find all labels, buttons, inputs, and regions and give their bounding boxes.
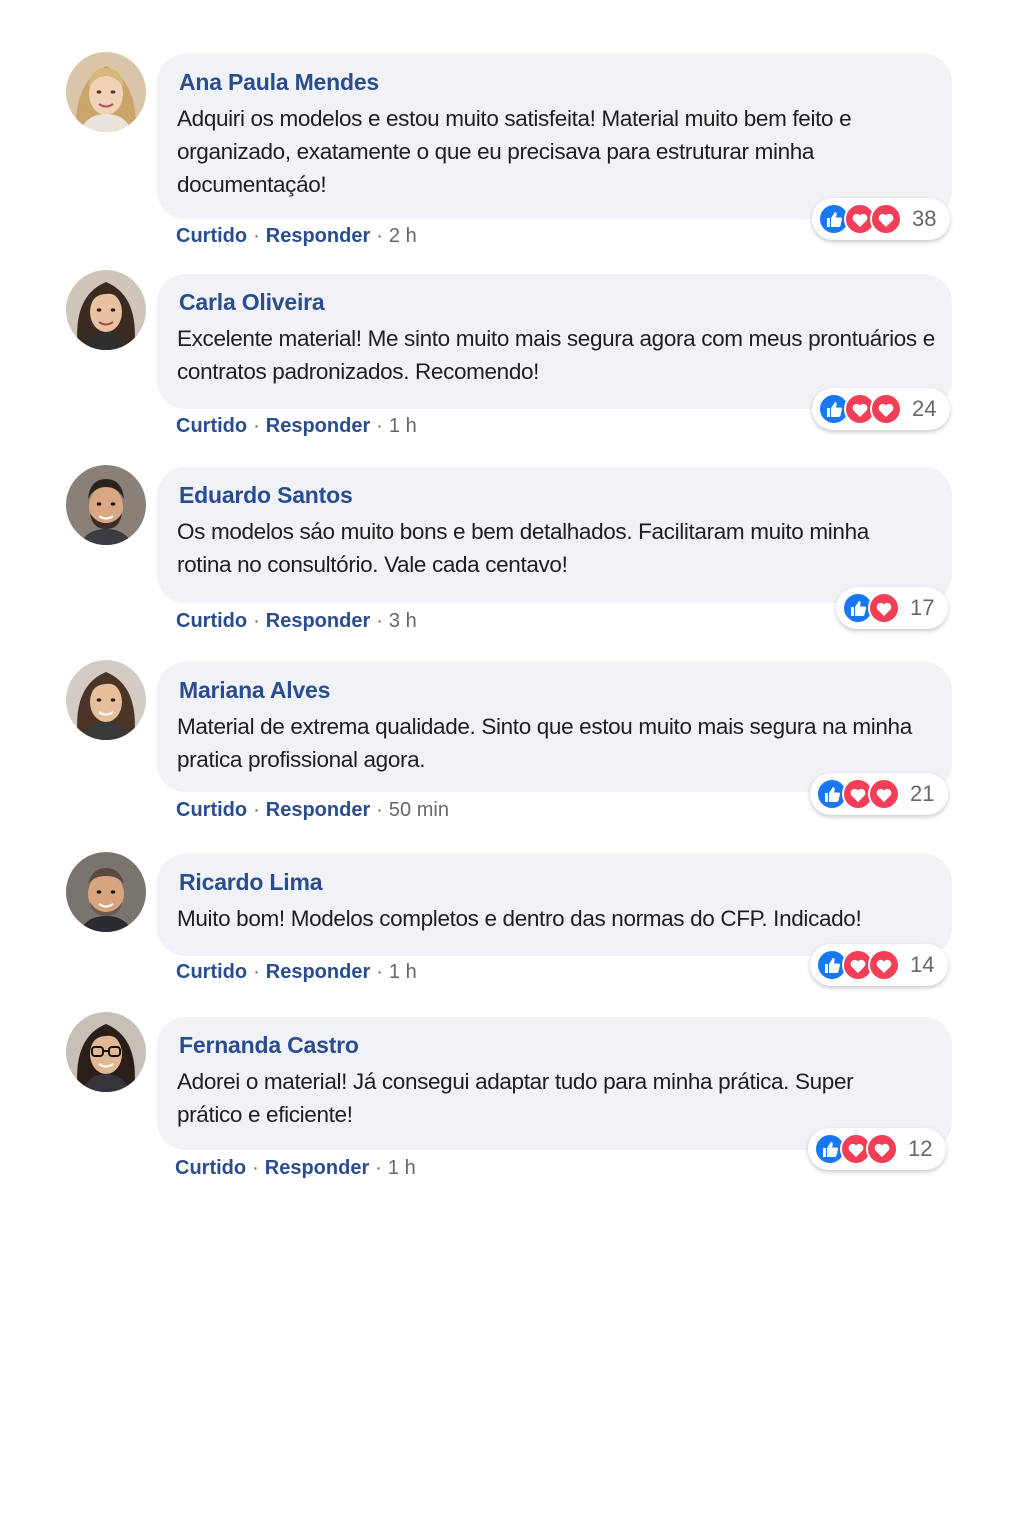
reaction-summary[interactable]: 21 — [810, 773, 949, 815]
reaction-summary[interactable]: 17 — [836, 587, 949, 629]
comment-bubble: Eduardo Santos Os modelos sáo muito bons… — [157, 467, 952, 603]
separator: · — [253, 799, 260, 821]
separator: · — [376, 225, 383, 247]
comment-actions: Curtido · Responder · 50 min — [176, 798, 449, 822]
comment-bubble: Ana Paula Mendes Adquiri os modelos e es… — [157, 54, 952, 219]
comment-text: Adquiri os modelos e estou muito satisfe… — [177, 106, 852, 197]
comment-text: Excelente material! Me sinto muito mais … — [177, 326, 935, 384]
comment-actions: Curtido · Responder · 2 h — [176, 224, 417, 248]
like-action[interactable]: Curtido — [176, 225, 247, 247]
like-action[interactable]: Curtido — [176, 961, 247, 983]
avatar[interactable] — [66, 1012, 146, 1092]
comment-actions: Curtido · Responder · 1 h — [176, 414, 417, 438]
separator: · — [253, 225, 260, 247]
separator: · — [253, 961, 260, 983]
love-icon — [866, 1133, 898, 1165]
separator: · — [376, 961, 383, 983]
separator: · — [252, 1157, 259, 1179]
love-icon — [870, 393, 902, 425]
reply-action[interactable]: Responder — [266, 225, 370, 247]
separator: · — [376, 415, 383, 437]
comment-author[interactable]: Fernanda Castro — [179, 1031, 940, 1059]
reaction-count: 12 — [908, 1136, 933, 1161]
reaction-summary[interactable]: 12 — [808, 1128, 947, 1170]
love-icon — [868, 592, 900, 624]
avatar[interactable] — [66, 660, 146, 740]
reaction-count: 38 — [912, 206, 937, 231]
avatar[interactable] — [66, 270, 146, 350]
avatar[interactable] — [66, 852, 146, 932]
separator: · — [376, 799, 383, 821]
separator: · — [253, 415, 260, 437]
like-action[interactable]: Curtido — [175, 1157, 246, 1179]
reply-action[interactable]: Responder — [265, 1157, 369, 1179]
love-icon — [870, 203, 902, 235]
reply-action[interactable]: Responder — [266, 610, 370, 632]
comment-text: Material de extrema qualidade. Sinto que… — [177, 714, 912, 772]
comment-actions: Curtido · Responder · 1 h — [176, 960, 417, 984]
separator: · — [253, 610, 260, 632]
comment-time: 1 h — [388, 415, 417, 437]
like-action[interactable]: Curtido — [176, 610, 247, 632]
reaction-count: 21 — [910, 781, 935, 806]
comment-author[interactable]: Ana Paula Mendes — [179, 68, 940, 96]
comment-author[interactable]: Mariana Alves — [179, 676, 940, 704]
reaction-icons — [842, 592, 900, 624]
reaction-summary[interactable]: 24 — [812, 388, 951, 430]
comment-time: 1 h — [388, 961, 417, 983]
reaction-icons — [818, 393, 902, 425]
comment-text: Adorei o material! Já consegui adaptar t… — [177, 1069, 854, 1127]
separator: · — [375, 1157, 382, 1179]
avatar[interactable] — [66, 52, 146, 132]
reaction-icons — [816, 778, 900, 810]
avatar[interactable] — [66, 465, 146, 545]
comment-time: 1 h — [387, 1157, 416, 1179]
separator: · — [376, 610, 383, 632]
love-icon — [868, 778, 900, 810]
like-action[interactable]: Curtido — [176, 799, 247, 821]
like-action[interactable]: Curtido — [176, 415, 247, 437]
comment-author[interactable]: Ricardo Lima — [179, 868, 940, 896]
comment-actions: Curtido · Responder · 1 h — [175, 1156, 416, 1180]
reaction-summary[interactable]: 14 — [810, 944, 949, 986]
reply-action[interactable]: Responder — [266, 415, 370, 437]
comment-time: 2 h — [388, 225, 417, 247]
comment-text: Os modelos sáo muito bons e bem detalhad… — [177, 519, 869, 577]
comment-bubble: Ricardo Lima Muito bom! Modelos completo… — [157, 854, 952, 956]
reply-action[interactable]: Responder — [266, 799, 370, 821]
comment-time: 3 h — [388, 610, 417, 632]
reaction-count: 24 — [912, 396, 937, 421]
reaction-icons — [818, 203, 902, 235]
reaction-icons — [816, 949, 900, 981]
comment-text: Muito bom! Modelos completos e dentro da… — [177, 906, 862, 931]
reaction-icons — [814, 1133, 898, 1165]
love-icon — [868, 949, 900, 981]
comment-author[interactable]: Eduardo Santos — [179, 481, 940, 509]
reply-action[interactable]: Responder — [266, 961, 370, 983]
comment-time: 50 min — [388, 799, 449, 821]
reaction-count: 14 — [910, 952, 935, 977]
comment-actions: Curtido · Responder · 3 h — [176, 609, 417, 633]
reaction-count: 17 — [910, 595, 935, 620]
reaction-summary[interactable]: 38 — [812, 198, 951, 240]
comment-author[interactable]: Carla Oliveira — [179, 288, 940, 316]
